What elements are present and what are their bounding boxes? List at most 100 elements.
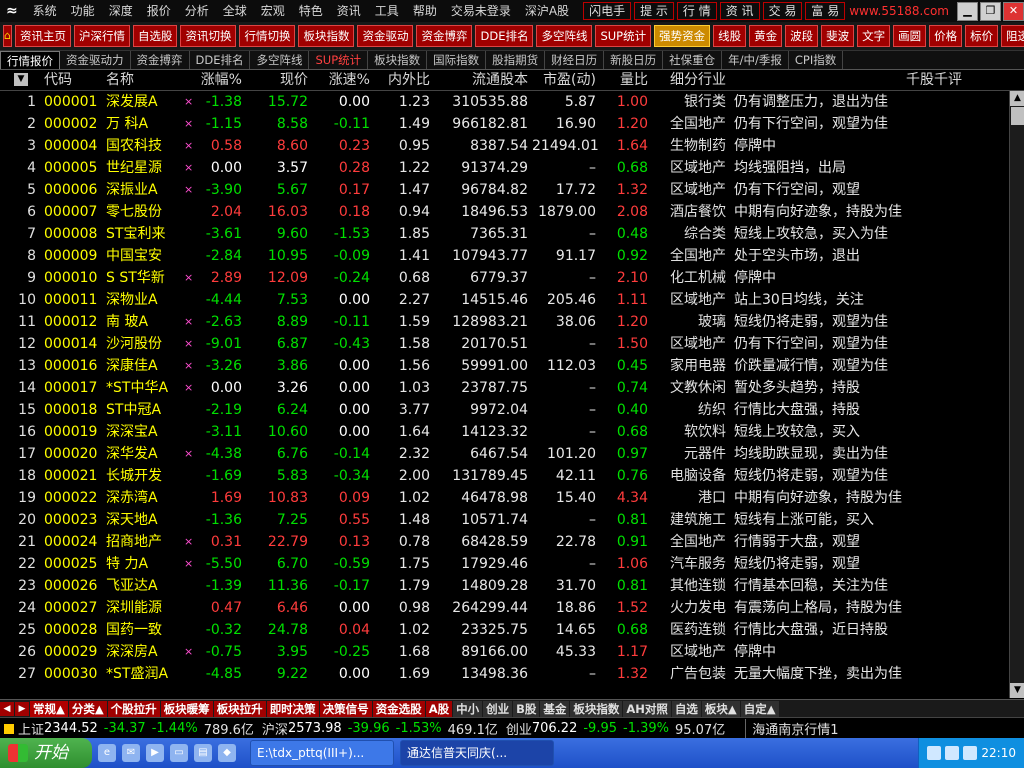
bottom-tab[interactable]: 板块拉升 [213,700,266,717]
header-inout[interactable]: 内外比 [374,70,430,90]
toolbar-button[interactable]: 资金博弈 [416,25,473,47]
sort-toggle-icon[interactable]: ▼ [14,73,28,86]
bottom-tab[interactable]: 基金 [540,700,570,717]
tab-item[interactable]: 行情报价 [0,51,60,69]
bottom-tab[interactable]: 板块指数 [570,700,623,717]
bottom-tab[interactable]: 即时决策 [266,700,319,717]
scroll-up-icon[interactable]: ▲ [1010,91,1024,106]
menu-item[interactable]: 帮助 [406,0,444,22]
table-row[interactable]: 24 000027 深圳能源 0.47 6.46 0.00 0.98 264299.44 18.… [0,597,1009,619]
tab-next-icon[interactable]: ▶ [15,701,29,716]
task-explorer[interactable]: E:\tdx_pttq(III+)... [250,740,394,766]
bottom-tab[interactable]: 板块▲ [701,700,740,717]
menu-item[interactable]: 报价 [140,0,178,22]
toolbar-button[interactable]: 黄金 [749,25,783,47]
toolbar-button[interactable]: 价格 [929,25,963,47]
bottom-tab[interactable]: 自选 [671,700,701,717]
tab-item[interactable]: CPI指数 [789,51,844,69]
table-row[interactable]: 4 000005 世纪星源 × 0.00 3.57 0.28 1.22 91374.29–0.6… [0,157,1009,179]
toolbar-button[interactable]: 沪深行情 [73,25,130,47]
table-row[interactable]: 22 000025 特 力A × -5.50 6.70 -0.59 1.75 17929.46–… [0,553,1009,575]
tray-network-icon[interactable] [927,746,942,760]
tab-item[interactable]: 资金搏弈 [131,51,190,69]
bottom-tab[interactable]: 中小 [453,700,483,717]
bottom-tab[interactable]: AH对照 [623,700,671,717]
header-price[interactable]: 现价 [248,70,308,90]
tab-item[interactable]: 年/中/季报 [722,51,789,69]
table-row[interactable]: 8 000009 中国宝安 -2.84 10.95 -0.09 1.41 107943.77 9… [0,245,1009,267]
header-pct[interactable]: 涨幅% [186,70,242,90]
menu-item[interactable]: 宏观 [254,0,292,22]
menu-button[interactable]: 行 情 [676,2,717,20]
toolbar-button[interactable]: 画圆 [893,25,927,47]
menu-button[interactable]: 资 讯 [719,2,760,20]
data-provider[interactable]: 海通南京行情1 [745,719,839,738]
table-row[interactable]: 19 000022 深赤湾A 1.69 10.83 0.09 1.02 46478.98 15.… [0,487,1009,509]
menu-button[interactable]: 闪电手 [583,2,632,20]
toolbar-button[interactable]: 阻透 [1001,25,1024,47]
tab-item[interactable]: 新股日历 [604,51,664,69]
toolbar-button[interactable]: 板块指数 [298,25,355,47]
table-row[interactable]: 1 000001 深发展A × -1.38 15.72 0.00 1.23 310535.88 5… [0,91,1009,113]
table-row[interactable]: 5 000006 深振业A × -3.90 5.67 0.17 1.47 96784.82 17.… [0,179,1009,201]
table-row[interactable]: 11 000012 南 玻A × -2.63 8.89 -0.11 1.59 128983.21… [0,311,1009,333]
menu-item[interactable]: 深度 [102,0,140,22]
scroll-thumb[interactable] [1011,107,1024,125]
tray-app-icon[interactable] [963,746,978,760]
menu-item[interactable]: 特色 [292,0,330,22]
table-row[interactable]: 15 000018 ST中冠A -2.19 6.24 0.00 3.77 9972.04 – 0.… [0,399,1009,421]
tab-item[interactable]: 社保重仓 [663,51,723,69]
toolbar-button[interactable]: 资讯切换 [180,25,237,47]
task-tdx[interactable]: 通达信普天同庆(... [400,740,554,766]
toolbar-button[interactable]: SUP统计 [595,25,652,47]
home-icon[interactable]: ⌂ [3,25,12,47]
bottom-tab[interactable]: 板块暖筹 [160,700,213,717]
bottom-tab[interactable]: 自定▲ [740,700,779,717]
start-button[interactable]: 开始 [0,738,92,768]
header-comment[interactable]: 千股千评 [906,70,962,90]
toolbar-button[interactable]: DDE排名 [475,25,534,47]
folder-icon[interactable]: ▤ [194,744,212,762]
restore-icon[interactable]: ❐ [980,1,1001,21]
table-row[interactable]: 9 000010 S ST华新 × 2.89 12.09 -0.24 0.68 6779.37–… [0,267,1009,289]
tab-item[interactable]: SUP统计 [309,51,369,69]
table-row[interactable]: 10 000011 深物业A -4.44 7.53 0.00 2.27 14515.46 205… [0,289,1009,311]
table-row[interactable]: 2 000002 万 科A × -1.15 8.58 -0.11 1.49 966182.81 1… [0,113,1009,135]
toolbar-button[interactable]: 资金驱动 [357,25,414,47]
menu-item[interactable]: 系统 [26,0,64,22]
tab-item[interactable]: 板块指数 [368,51,428,69]
tab-item[interactable]: 国际指数 [427,51,487,69]
minimize-icon[interactable]: ▁ [957,1,978,21]
tab-item[interactable]: 股指期货 [486,51,546,69]
table-row[interactable]: 6 000007 零七股份 2.04 16.03 0.18 0.94 18496.53 1879… [0,201,1009,223]
close-icon[interactable]: ✕ [1003,1,1024,21]
menu-item[interactable]: 工具 [368,0,406,22]
tray-volume-icon[interactable] [945,746,960,760]
app-icon[interactable]: ◆ [218,744,236,762]
bottom-tab[interactable]: 决策信号 [319,700,372,717]
scroll-down-icon[interactable]: ▼ [1010,683,1024,698]
ie-icon[interactable]: e [98,744,116,762]
header-speed[interactable]: 涨速% [314,70,370,90]
toolbar-button[interactable]: 自选股 [132,25,178,47]
bottom-tab[interactable]: 资金选股 [372,700,425,717]
tab-prev-icon[interactable]: ◀ [0,701,14,716]
menu-button[interactable]: 交 易 [762,2,803,20]
clock[interactable]: 22:10 [981,746,1016,760]
toolbar-button[interactable]: 文字 [857,25,891,47]
table-row[interactable]: 7 000008 ST宝利来 -3.61 9.60 -1.53 1.85 7365.31 – 0.… [0,223,1009,245]
vertical-scrollbar[interactable]: ▲ ▼ [1009,91,1024,698]
header-name[interactable]: 名称 [106,70,134,90]
toolbar-button[interactable]: 资讯主页 [14,25,71,47]
toolbar-button[interactable]: 线股 [713,25,747,47]
table-row[interactable]: 23 000026 飞亚达A -1.39 11.36 -0.17 1.79 14809.28 3… [0,575,1009,597]
table-row[interactable]: 16 000019 深深宝A -3.11 10.60 0.00 1.64 14123.32 – 0… [0,421,1009,443]
table-row[interactable]: 3 000004 国农科技 × 0.58 8.60 0.23 0.95 8387.54 21494… [0,135,1009,157]
bottom-tab[interactable]: 个股拉升 [107,700,160,717]
toolbar-button[interactable]: 斐波 [821,25,855,47]
header-code[interactable]: 代码 [44,70,72,90]
menu-button[interactable]: 富 易 [805,2,846,20]
table-row[interactable]: 14 000017 *ST中华A × 0.00 3.26 0.00 1.03 23787.75–… [0,377,1009,399]
toolbar-button[interactable]: 多空阵线 [536,25,593,47]
table-row[interactable]: 27 000030 *ST盛润A -4.85 9.22 0.00 1.69 13498.36 –… [0,663,1009,685]
